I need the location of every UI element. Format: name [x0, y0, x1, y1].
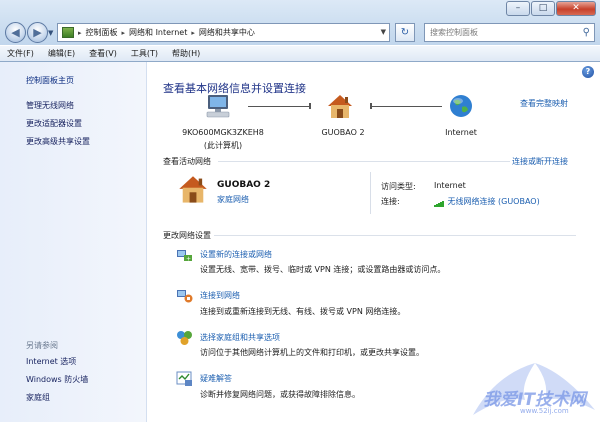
active-networks-heading: 查看活动网络	[163, 157, 211, 166]
connection-start	[370, 103, 372, 109]
connect-disconnect-link[interactable]: 连接或断开连接	[512, 156, 568, 167]
main-content: ? 查看基本网络信息并设置连接 查看完整映射 9KO600MGK3ZKEH8 (…	[148, 62, 600, 422]
connection-label: 连接:	[381, 197, 400, 206]
menu-bar: 文件(F) 编辑(E) 查看(V) 工具(T) 帮助(H)	[0, 45, 600, 61]
see-also-heading: 另请参阅	[26, 341, 58, 350]
access-type-value: Internet	[434, 181, 466, 190]
troubleshoot-link[interactable]: 疑难解答	[200, 373, 232, 384]
globe-icon	[450, 95, 472, 117]
signal-strength-icon	[434, 198, 444, 207]
network-type-link[interactable]: 家庭网络	[217, 194, 249, 205]
search-icon[interactable]: ⚲	[583, 24, 590, 41]
homegroup-options-link[interactable]: 选择家庭组和共享选项	[200, 332, 280, 343]
recent-pages-dropdown-icon[interactable]: ▼	[48, 29, 53, 37]
house-icon	[328, 95, 352, 118]
maximize-button[interactable]: □	[531, 1, 555, 16]
connect-network-icon	[177, 290, 193, 303]
active-network-name: GUOBAO 2	[217, 180, 271, 190]
breadcrumb-control-panel[interactable]: 控制面板	[86, 27, 118, 38]
divider	[218, 161, 510, 162]
page-title: 查看基本网络信息并设置连接	[163, 82, 306, 95]
homegroup-options-desc: 访问位于其他网络计算机上的文件和打印机，或更改共享设置。	[200, 348, 424, 357]
menu-file[interactable]: 文件(F)	[0, 48, 41, 59]
chevron-right-icon[interactable]: ▸	[78, 29, 82, 37]
divider	[370, 172, 371, 214]
divider	[214, 235, 576, 236]
connect-to-network-link[interactable]: 连接到网络	[200, 290, 240, 301]
help-icon[interactable]: ?	[582, 66, 594, 78]
refresh-button[interactable]: ↻	[395, 23, 415, 42]
setup-connection-desc: 设置无线、宽带、拨号、临时或 VPN 连接；或设置路由器或访问点。	[200, 265, 446, 274]
access-type-label: 访问类型:	[381, 182, 416, 191]
troubleshoot-icon	[176, 371, 192, 386]
sidebar-internet-options[interactable]: Internet 选项	[26, 356, 76, 367]
node-internet-name: Internet	[445, 128, 477, 137]
sidebar-change-adapter[interactable]: 更改适配器设置	[26, 118, 82, 129]
menu-help[interactable]: 帮助(H)	[165, 48, 207, 59]
house-icon	[179, 176, 207, 203]
node-computer-name: 9KO600MGK3ZKEH8	[182, 128, 264, 137]
connect-to-network-desc: 连接到或重新连接到无线、有线、拨号或 VPN 网络连接。	[200, 307, 406, 316]
left-task-pane: 控制面板主页 管理无线网络 更改适配器设置 更改高级共享设置 另请参阅 Inte…	[0, 62, 147, 422]
homegroup-sharing-icon	[177, 331, 192, 345]
setup-connection-link[interactable]: 设置新的连接或网络	[200, 249, 272, 260]
chevron-right-icon[interactable]: ▸	[122, 29, 126, 37]
search-placeholder: 搜索控制面板	[430, 28, 478, 37]
menu-view[interactable]: 查看(V)	[82, 48, 124, 59]
window-chrome: – □ ✕ ◀ ▶ ▼ ▸ 控制面板 ▸ 网络和 Internet ▸ 网络和共…	[0, 0, 600, 62]
node-network-name: GUOBAO 2	[321, 128, 365, 137]
see-full-map-link[interactable]: 查看完整映射	[520, 98, 568, 109]
new-connection-icon: +	[177, 250, 192, 263]
breadcrumb-network-internet[interactable]: 网络和 Internet	[129, 27, 187, 38]
sidebar-control-panel-home[interactable]: 控制面板主页	[26, 75, 74, 86]
connection-value[interactable]: 无线网络连接 (GUOBAO)	[434, 196, 540, 207]
breadcrumb-network-sharing-center[interactable]: 网络和共享中心	[199, 27, 255, 38]
computer-icon	[206, 95, 230, 118]
node-computer-sub: (此计算机)	[203, 141, 243, 150]
address-bar[interactable]: ▸ 控制面板 ▸ 网络和 Internet ▸ 网络和共享中心 ▼	[57, 23, 390, 42]
watermark-url: www.52ij.com	[520, 407, 569, 415]
sidebar-manage-wireless[interactable]: 管理无线网络	[26, 100, 74, 111]
connection-end	[309, 103, 311, 109]
navigation-bar: ◀ ▶ ▼ ▸ 控制面板 ▸ 网络和 Internet ▸ 网络和共享中心 ▼ …	[0, 20, 600, 44]
menu-tools[interactable]: 工具(T)	[124, 48, 165, 59]
troubleshoot-desc: 诊断并修复网络问题，或获得故障排除信息。	[200, 390, 360, 399]
change-settings-heading: 更改网络设置	[163, 231, 211, 240]
connection-line	[248, 106, 310, 107]
wireless-connection-link[interactable]: 无线网络连接 (GUOBAO)	[447, 197, 539, 206]
control-panel-icon	[62, 27, 74, 38]
search-input[interactable]: 搜索控制面板 ⚲	[424, 23, 595, 42]
window-controls: – □ ✕	[505, 1, 596, 16]
sidebar-homegroup[interactable]: 家庭组	[26, 392, 50, 403]
sidebar-advanced-sharing[interactable]: 更改高级共享设置	[26, 136, 90, 147]
menu-edit[interactable]: 编辑(E)	[41, 48, 82, 59]
address-dropdown-icon[interactable]: ▼	[381, 28, 386, 36]
svg-text:+: +	[186, 256, 191, 263]
back-button[interactable]: ◀	[5, 22, 26, 43]
forward-button[interactable]: ▶	[27, 22, 48, 43]
sidebar-windows-firewall[interactable]: Windows 防火墙	[26, 374, 88, 385]
close-button[interactable]: ✕	[556, 1, 596, 16]
chevron-right-icon[interactable]: ▸	[191, 29, 195, 37]
minimize-button[interactable]: –	[506, 1, 530, 16]
connection-line	[370, 106, 442, 107]
